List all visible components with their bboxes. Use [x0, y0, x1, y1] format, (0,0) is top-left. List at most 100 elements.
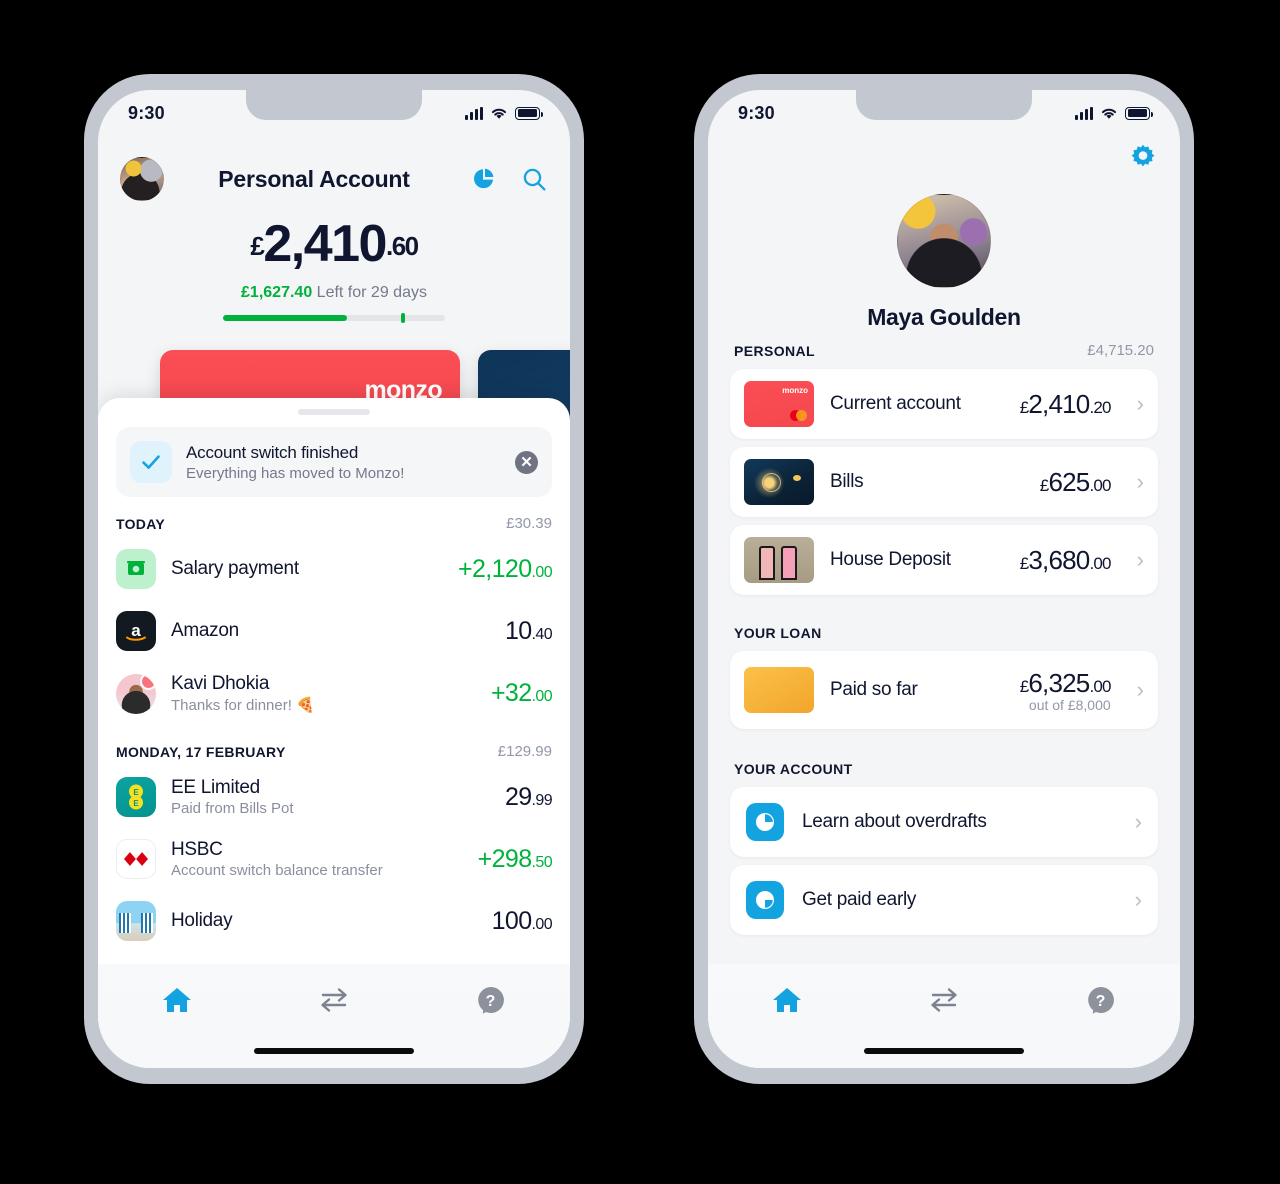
transaction-amount: 29.99 [504, 782, 553, 812]
left-label: Left for 29 days [316, 284, 427, 301]
home-icon[interactable] [759, 978, 815, 1022]
search-icon[interactable] [520, 165, 548, 193]
table-row[interactable]: a Amazon 10.40 [116, 600, 553, 662]
phone-left: 9:30 Personal Account £2,410.60 £1,627.4… [84, 74, 584, 1084]
table-row[interactable]: Salary payment +2,120.00 [116, 538, 553, 600]
account-header: Personal Account [98, 136, 570, 222]
transaction-info: HSBC Account switch balance transfer [171, 839, 463, 879]
transaction-amount: +2,120.00 [458, 555, 553, 584]
chevron-right-icon: › [1136, 391, 1144, 416]
svg-text:E: E [133, 788, 139, 797]
amount-main: 29 [504, 782, 532, 811]
transaction-name: EE Limited [171, 777, 260, 798]
list-item[interactable]: House Deposit £3,680.00 › [730, 525, 1158, 595]
status-time: 9:30 [738, 102, 775, 123]
account-balance: £2,410.60 [98, 218, 570, 270]
banner-title: Account switch finished [186, 442, 359, 462]
account-switch-banner[interactable]: Account switch finished Everything has m… [116, 427, 552, 497]
tab-buttons: ? [708, 964, 1180, 1022]
list-item[interactable]: Get paid early › [730, 865, 1158, 935]
clock-icon [746, 803, 784, 841]
transaction-info: Holiday [171, 910, 477, 932]
day-total: £129.99 [497, 743, 552, 760]
salary-icon [116, 549, 156, 589]
account-amount: £3,680.00 [1020, 545, 1112, 576]
transfer-arrows-icon[interactable] [306, 978, 362, 1022]
spending-progress-bar [223, 313, 445, 323]
avatar[interactable] [897, 194, 991, 288]
balance-block: £2,410.60 £1,627.40 Left for 29 days [98, 218, 570, 323]
battery-icon [515, 106, 543, 120]
sheet-grabber[interactable] [298, 409, 370, 415]
transaction-info: Salary payment [171, 558, 443, 580]
amount-main: 10 [504, 616, 532, 645]
loan-total-label: out of £8,000 [1028, 696, 1111, 713]
transaction-note: Account switch balance transfer [171, 862, 383, 879]
table-row[interactable]: HSBC Account switch balance transfer +29… [116, 828, 553, 890]
help-question-icon[interactable]: ? [463, 978, 519, 1022]
svg-text:?: ? [486, 993, 496, 1010]
close-icon[interactable]: ✕ [515, 450, 538, 474]
day-header-monday: MONDAY, 17 FEBRUARY £129.99 [116, 725, 552, 766]
svg-text:E: E [133, 799, 139, 808]
link-label: Learn about overdrafts [802, 811, 987, 832]
loan-thumb [744, 667, 814, 713]
amount-decimals: .00 [1089, 475, 1111, 495]
tab-buttons: ? [98, 964, 570, 1022]
day-label: TODAY [116, 515, 165, 532]
profile-block: Maya Goulden [708, 194, 1180, 331]
amount-decimals: .00 [1089, 553, 1111, 573]
list-item[interactable]: Bills £625.00 › [730, 447, 1158, 517]
table-row[interactable]: Holiday 100.00 [116, 890, 553, 952]
day-label: MONDAY, 17 FEBRUARY [116, 743, 286, 760]
amount-decimals: .50 [531, 853, 553, 871]
chevron-right-icon: › [1136, 469, 1144, 494]
accounts-container: PERSONAL £4,715.20 monzo Current account… [708, 330, 1180, 943]
lightbulb-thumb [744, 459, 814, 505]
transaction-amount: +32.00 [491, 679, 553, 708]
status-icons [465, 106, 543, 120]
transaction-info: Amazon [171, 620, 490, 642]
account-amount: £625.00 [1040, 467, 1112, 498]
left-to-spend: £1,627.40 Left for 29 days [98, 284, 570, 302]
table-row[interactable]: Kavi Dhokia Thanks for dinner! 🍕 +32.00 [116, 662, 553, 725]
status-icons [1075, 106, 1153, 120]
list-item[interactable]: Paid so far £6,325.00 out of £8,000 › [730, 651, 1158, 729]
list-item[interactable]: Learn about overdrafts › [730, 787, 1158, 857]
home-icon[interactable] [149, 978, 205, 1022]
account-value: £2,410.20 [1020, 389, 1112, 420]
section-label: PERSONAL [734, 342, 815, 359]
svg-text:a: a [131, 621, 141, 640]
section-label: YOUR LOAN [734, 625, 822, 641]
pie-chart-icon[interactable] [470, 165, 498, 193]
holiday-icon [116, 901, 156, 941]
transaction-note: Thanks for dinner! 🍕 [171, 697, 315, 714]
help-question-icon[interactable]: ? [1073, 978, 1129, 1022]
balance-decimals: .60 [385, 231, 419, 261]
home-indicator [254, 1048, 414, 1054]
amount-decimals: .00 [531, 563, 553, 581]
header-actions [470, 165, 548, 193]
table-row[interactable]: E E EE Limited Paid from Bills Pot 29.99 [116, 766, 553, 828]
transfer-arrows-icon[interactable] [916, 978, 972, 1022]
gear-icon [1131, 144, 1155, 167]
balance-main: 2,410 [263, 215, 387, 273]
list-item[interactable]: monzo Current account £2,410.20 › [730, 369, 1158, 439]
right-screen: 9:30 Maya Goulden PERSONAL £4,715.20 mon… [708, 90, 1180, 1068]
settings-button[interactable] [1128, 142, 1158, 177]
left-status-bar: 9:30 [98, 90, 570, 136]
transaction-info: EE Limited Paid from Bills Pot [171, 777, 490, 817]
hsbc-icon [116, 839, 156, 879]
transaction-amount: 10.40 [504, 616, 553, 646]
right-status-bar: 9:30 [708, 90, 1180, 136]
transaction-note: Paid from Bills Pot [171, 800, 294, 817]
chevron-right-icon: › [1134, 809, 1142, 834]
progress-fill [223, 315, 348, 321]
account-name: Bills [830, 471, 864, 492]
amount-decimals: .00 [531, 688, 553, 705]
check-icon [130, 441, 172, 483]
phone-right: 9:30 Maya Goulden PERSONAL £4,715.20 mon… [694, 74, 1194, 1084]
section-header-account: YOUR ACCOUNT [730, 737, 1158, 787]
chevron-right-icon: › [1134, 887, 1142, 912]
transaction-list: TODAY £30.39 Salary payment +2,120.00 a … [98, 497, 570, 952]
